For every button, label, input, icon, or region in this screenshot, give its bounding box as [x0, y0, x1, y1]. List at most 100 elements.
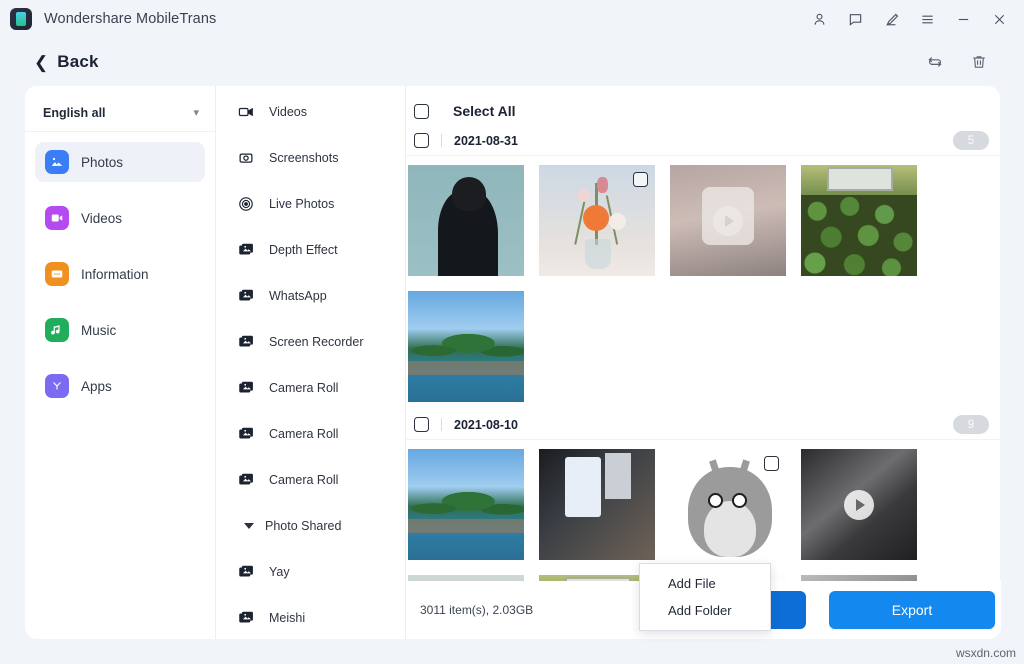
trash-icon[interactable]	[970, 53, 988, 71]
window-controls	[804, 0, 1014, 38]
minimize-icon[interactable]	[948, 5, 978, 33]
thumbnail-checkbox[interactable]	[633, 172, 648, 187]
videos-icon	[45, 206, 69, 230]
group-date: 2021-08-31	[454, 134, 518, 148]
sidebar-item-videos[interactable]: Videos	[35, 198, 205, 238]
divider	[441, 418, 442, 431]
group-count-badge: 9	[953, 415, 989, 434]
screenshot-icon	[238, 149, 256, 167]
thumbnail-checkbox[interactable]	[764, 456, 779, 471]
back-label: Back	[57, 52, 98, 72]
context-menu-item-add-folder[interactable]: Add Folder	[640, 597, 770, 624]
title-bar: Wondershare MobileTrans	[0, 0, 1024, 38]
category-item-screen-recorder[interactable]: Screen Recorder	[216, 328, 406, 356]
photos-icon	[45, 150, 69, 174]
photo-stack-icon	[238, 563, 256, 581]
category-item-whatsapp[interactable]: WhatsApp	[216, 282, 406, 310]
category-label: Screenshots	[269, 151, 338, 165]
group-header[interactable]: 2021-08-31 5	[406, 126, 1001, 156]
add-context-menu[interactable]: Add FileAdd Folder	[639, 563, 771, 631]
category-item-videos[interactable]: Videos	[216, 98, 406, 126]
select-all-row[interactable]: Select All	[406, 96, 1001, 126]
category-label: Photo Shared	[265, 519, 341, 533]
selection-summary: 3011 item(s), 2.03GB	[420, 603, 533, 617]
sidebar-item-label: Photos	[81, 155, 123, 170]
chevron-left-icon: ❮	[34, 54, 48, 71]
category-item-depth-effect[interactable]: Depth Effect	[216, 236, 406, 264]
photo-portrait[interactable]	[408, 165, 524, 276]
export-button[interactable]: Export	[829, 591, 995, 629]
back-button[interactable]: ❮ Back	[34, 52, 99, 72]
toolbar-actions	[926, 38, 988, 86]
select-all-checkbox[interactable]	[414, 104, 429, 119]
photo-stack-icon	[238, 379, 256, 397]
language-selector[interactable]: English all ▾	[25, 94, 215, 132]
category-panel: Videos Screenshots Live Photos Depth Effect…	[215, 86, 405, 639]
group-checkbox[interactable]	[414, 417, 429, 432]
apps-icon	[45, 374, 69, 398]
sidebar-item-label: Videos	[81, 211, 122, 226]
photo-ivy[interactable]	[801, 165, 917, 276]
category-item-live-photos[interactable]: Live Photos	[216, 190, 406, 218]
play-icon[interactable]	[844, 490, 874, 520]
category-label: Live Photos	[269, 197, 334, 211]
play-icon[interactable]	[713, 206, 743, 236]
select-all-label: Select All	[453, 103, 516, 119]
app-title: Wondershare MobileTrans	[44, 11, 216, 27]
sidebar-item-photos[interactable]: Photos	[35, 142, 205, 182]
photo-stack-icon	[238, 471, 256, 489]
language-label: English all	[43, 106, 106, 120]
photo-stack-icon	[238, 333, 256, 351]
category-item-camera-roll[interactable]: Camera Roll	[216, 466, 406, 494]
category-item-meishi[interactable]: Meishi	[216, 604, 406, 632]
photo-office[interactable]	[539, 449, 655, 560]
chevron-down-icon: ▾	[193, 106, 199, 119]
group-header[interactable]: 2021-08-10 9	[406, 410, 1001, 440]
sidebar-item-label: Information	[81, 267, 149, 282]
photo-stack-icon	[238, 425, 256, 443]
group-count-badge: 5	[953, 131, 989, 150]
category-item-camera-roll[interactable]: Camera Roll	[216, 374, 406, 402]
category-item-camera-roll[interactable]: Camera Roll	[216, 420, 406, 448]
photo-beach[interactable]	[408, 291, 524, 402]
photo-stack-icon	[238, 241, 256, 259]
video-bag[interactable]	[670, 165, 786, 276]
category-label: Camera Roll	[269, 381, 338, 395]
account-icon[interactable]	[804, 5, 834, 33]
mobiletrans-logo-icon	[10, 8, 32, 30]
group-checkbox[interactable]	[414, 133, 429, 148]
content-panel: Select All 2021-08-3152021-08-1092021-05…	[405, 86, 1000, 639]
page-toolbar: ❮ Back	[0, 38, 1024, 86]
category-label: Screen Recorder	[269, 335, 364, 349]
video-camera-icon	[238, 103, 256, 121]
category-item-photo-shared[interactable]: Photo Shared	[216, 512, 406, 540]
video-keyboard[interactable]	[801, 449, 917, 560]
sync-icon[interactable]	[926, 53, 944, 71]
edit-icon[interactable]	[876, 5, 906, 33]
category-item-yay[interactable]: Yay	[216, 558, 406, 586]
feedback-icon[interactable]	[840, 5, 870, 33]
photo-totoro[interactable]	[670, 449, 786, 560]
sidebar-item-list: Photos Videos Information Music Apps	[25, 142, 215, 422]
close-icon[interactable]	[984, 5, 1014, 33]
triangle-down-icon	[244, 523, 254, 529]
sidebar-item-apps[interactable]: Apps	[35, 366, 205, 406]
category-label: Yay	[269, 565, 290, 579]
photo-flowers[interactable]	[539, 165, 655, 276]
sidebar-item-label: Apps	[81, 379, 112, 394]
category-label: Camera Roll	[269, 427, 338, 441]
sidebar-item-music[interactable]: Music	[35, 310, 205, 350]
category-item-screenshots[interactable]: Screenshots	[216, 144, 406, 172]
application-window: Wondershare MobileTrans	[0, 0, 1024, 664]
photo-groups-scroll-area[interactable]: 2021-08-3152021-08-1092021-05-143	[406, 126, 1001, 584]
sidebar-item-information[interactable]: Information	[35, 254, 205, 294]
photo-beach-2[interactable]	[408, 449, 524, 560]
category-label: WhatsApp	[269, 289, 327, 303]
photo-stack-icon	[238, 287, 256, 305]
category-list: Videos Screenshots Live Photos Depth Effect…	[216, 86, 406, 650]
menu-icon[interactable]	[912, 5, 942, 33]
thumbnail-grid	[406, 156, 1001, 402]
watermark: wsxdn.com	[956, 646, 1016, 660]
context-menu-item-add-file[interactable]: Add File	[640, 570, 770, 597]
group-date: 2021-08-10	[454, 418, 518, 432]
